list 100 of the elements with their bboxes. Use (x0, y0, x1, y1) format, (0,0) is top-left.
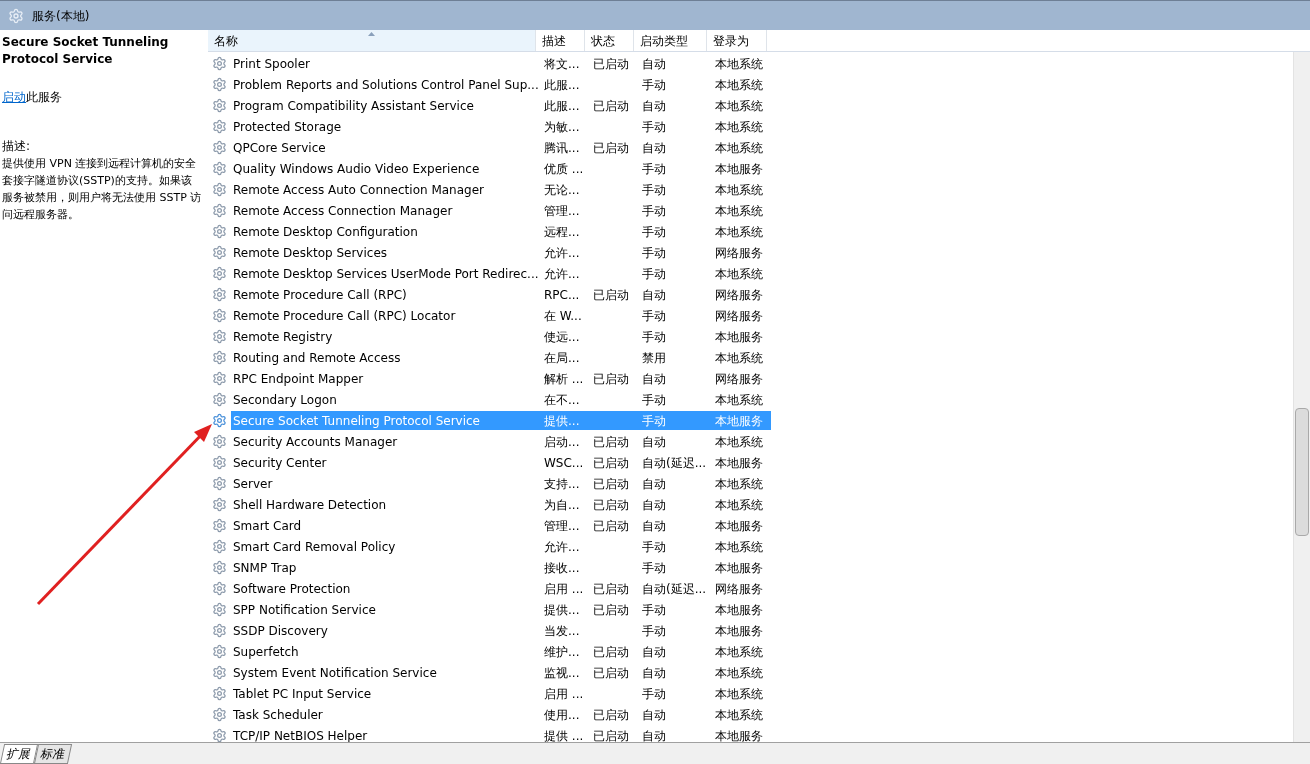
gear-icon (212, 665, 227, 680)
startup-type-cell-text: 自动 (641, 706, 667, 724)
table-row[interactable]: SPP Notification Service 提供... 已启动 手动 本地服务 (231, 600, 771, 619)
scrollbar[interactable] (1293, 52, 1310, 742)
table-row[interactable]: Remote Registry 使远... 手动 本地服务 (231, 327, 771, 346)
logon-cell-text: 网络服务 (714, 286, 764, 304)
view-tab[interactable]: 标准 (33, 744, 73, 764)
description-cell-text: 在 W... (543, 307, 583, 325)
service-name: SNMP Trap (232, 559, 298, 577)
table-row[interactable]: System Event Notification Service 监视... 已启动 自动 本地系统 (231, 663, 771, 682)
description-cell-text: 管理... (543, 517, 581, 535)
table-row[interactable]: Remote Desktop Services UserMode Port Redirec... 允许... 手动 本地系统 (231, 264, 771, 283)
table-row[interactable]: SNMP Trap 接收... 手动 本地服务 (231, 558, 771, 577)
logon-cell-text: 本地系统 (714, 97, 764, 115)
status-cell-text: 已启动 (592, 496, 630, 514)
table-row[interactable]: Quality Windows Audio Video Experience 优质 ... 手动 本地服务 (231, 159, 771, 178)
description-cell-text: 支持... (543, 475, 581, 493)
startup-type-cell-text: 手动 (641, 538, 667, 556)
gear-icon (212, 518, 227, 533)
gear-icon (212, 497, 227, 512)
service-name: Remote Desktop Services (232, 244, 389, 262)
startup-type-cell-text: 手动 (641, 202, 667, 220)
table-row[interactable]: TCP/IP NetBIOS Helper 提供 ... 已启动 自动 本地服务 (231, 726, 771, 742)
table-row[interactable]: Smart Card Removal Policy 允许... 手动 本地系统 (231, 537, 771, 556)
scroll-thumb[interactable] (1295, 408, 1309, 536)
gear-icon (212, 224, 227, 239)
table-row[interactable]: Remote Desktop Services 允许... 手动 网络服务 (231, 243, 771, 262)
logon-cell-text: 本地服务 (714, 160, 764, 178)
startup-type-cell-text: 自动 (641, 643, 667, 661)
start-link[interactable]: 启动 (2, 90, 26, 104)
table-row[interactable]: Remote Desktop Configuration 远程... 手动 本地系统 (231, 222, 771, 241)
table-row[interactable]: Task Scheduler 使用... 已启动 自动 本地系统 (231, 705, 771, 724)
table-row[interactable]: Superfetch 维护... 已启动 自动 本地系统 (231, 642, 771, 661)
table-row[interactable]: Software Protection 启用 ... 已启动 自动(延迟... 网络服务 (231, 579, 771, 598)
service-name: Problem Reports and Solutions Control Panel Sup... (232, 76, 540, 94)
gear-icon (212, 623, 227, 638)
service-name: Remote Procedure Call (RPC) (232, 286, 408, 304)
table-row[interactable]: Remote Procedure Call (RPC) Locator 在 W... 手动 网络服务 (231, 306, 771, 325)
column-header[interactable]: 名称 (208, 30, 536, 51)
status-cell-text: 已启动 (592, 580, 630, 598)
service-name: Quality Windows Audio Video Experience (232, 160, 481, 178)
table-row[interactable]: Remote Procedure Call (RPC) RPC... 已启动 自动 网络服务 (231, 285, 771, 304)
status-cell-text: 已启动 (592, 286, 630, 304)
logon-cell-text: 本地服务 (714, 412, 764, 430)
table-row[interactable]: Routing and Remote Access 在局... 禁用 本地系统 (231, 348, 771, 367)
startup-type-cell-text: 自动 (641, 55, 667, 73)
table-row[interactable]: Secondary Logon 在不... 手动 本地系统 (231, 390, 771, 409)
table-row[interactable]: QPCore Service 腾讯... 已启动 自动 本地系统 (231, 138, 771, 157)
startup-type-cell-text: 手动 (641, 76, 667, 94)
status-cell-text: 已启动 (592, 97, 630, 115)
startup-type-cell-text: 自动 (641, 139, 667, 157)
startup-type-cell-text: 手动 (641, 412, 667, 430)
table-row[interactable]: Server 支持... 已启动 自动 本地系统 (231, 474, 771, 493)
description-cell-text: 启动... (543, 433, 581, 451)
startup-type-cell-text: 手动 (641, 685, 667, 703)
table-row[interactable]: Remote Access Connection Manager 管理... 手动 本地系统 (231, 201, 771, 220)
description-cell-text: 维护... (543, 643, 581, 661)
table-row[interactable]: SSDP Discovery 当发... 手动 本地服务 (231, 621, 771, 640)
table-row[interactable]: Smart Card 管理... 已启动 自动 本地服务 (231, 516, 771, 535)
logon-cell-text: 本地系统 (714, 181, 764, 199)
table-row[interactable]: Problem Reports and Solutions Control Panel Sup... 此服... 手动 本地系统 (231, 75, 771, 94)
description-cell-text: RPC... (543, 286, 581, 304)
gear-icon (212, 560, 227, 575)
gear-icon (212, 98, 227, 113)
gear-icon (212, 686, 227, 701)
table-row[interactable]: Security Center WSC... 已启动 自动(延迟... 本地服务 (231, 453, 771, 472)
table-row[interactable]: Security Accounts Manager 启动... 已启动 自动 本地系统 (231, 432, 771, 451)
startup-type-cell-text: 自动 (641, 370, 667, 388)
table-row[interactable]: Remote Access Auto Connection Manager 无论... 手动 本地系统 (231, 180, 771, 199)
table-row[interactable]: Tablet PC Input Service 启用 ... 手动 本地系统 (231, 684, 771, 703)
gear-icon (212, 434, 227, 449)
logon-cell-text: 本地服务 (714, 559, 764, 577)
table-row[interactable]: RPC Endpoint Mapper 解析 ... 已启动 自动 网络服务 (231, 369, 771, 388)
startup-type-cell-text: 自动(延迟... (641, 580, 708, 598)
service-name: RPC Endpoint Mapper (232, 370, 365, 388)
logon-cell-text: 本地系统 (714, 538, 764, 556)
logon-cell-text: 本地服务 (714, 601, 764, 619)
table-row[interactable]: Program Compatibility Assistant Service 此服... 已启动 自动 本地系统 (231, 96, 771, 115)
startup-type-cell-text: 手动 (641, 601, 667, 619)
table-row[interactable]: Shell Hardware Detection 为自... 已启动 自动 本地系统 (231, 495, 771, 514)
description-cell-text: 优质 ... (543, 160, 585, 178)
table-row[interactable]: Print Spooler 将文... 已启动 自动 本地系统 (231, 54, 771, 73)
view-tab[interactable]: 扩展 (0, 744, 39, 764)
startup-type-cell-text: 自动 (641, 97, 667, 115)
description-cell-text: 允许... (543, 538, 581, 556)
table-row[interactable]: Protected Storage 为敏... 手动 本地系统 (231, 117, 771, 136)
gear-icon (212, 707, 227, 722)
description-cell-text: 使远... (543, 328, 581, 346)
startup-type-cell-text: 自动 (641, 496, 667, 514)
description-cell-text: 提供 ... (543, 727, 585, 742)
description-cell-text: 接收... (543, 559, 581, 577)
logon-cell-text: 本地系统 (714, 664, 764, 682)
startup-type-cell-text: 禁用 (641, 349, 667, 367)
description-label: 描述: (2, 138, 32, 155)
gear-icon (212, 182, 227, 197)
startup-type-cell-text: 手动 (641, 391, 667, 409)
logon-cell-text: 本地服务 (714, 727, 764, 742)
service-name: Software Protection (232, 580, 352, 598)
service-name: System Event Notification Service (232, 664, 438, 682)
logon-cell-text: 本地服务 (714, 454, 764, 472)
